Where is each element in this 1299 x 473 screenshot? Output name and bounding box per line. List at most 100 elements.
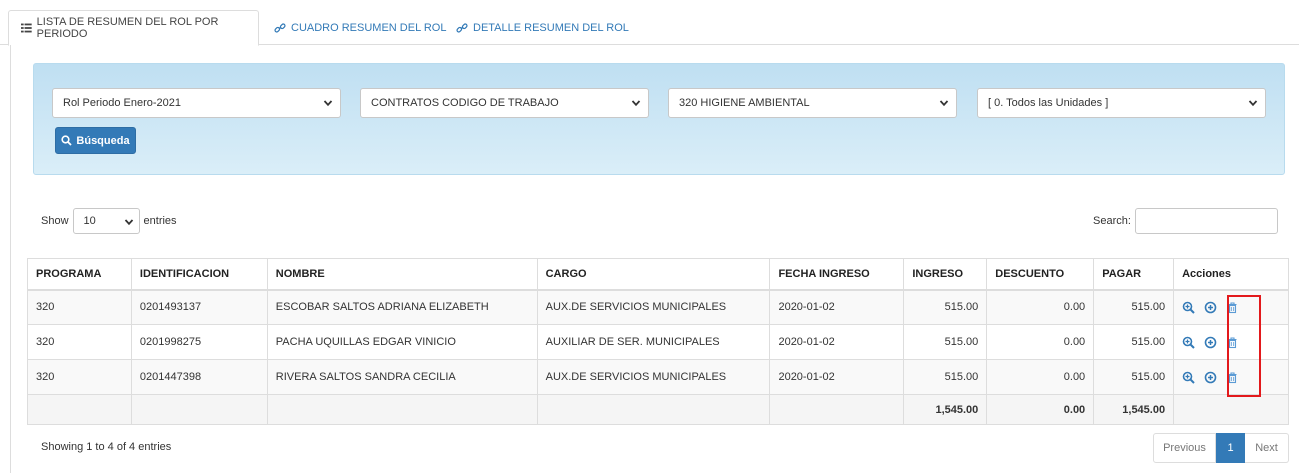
cell-empty [1173, 394, 1289, 425]
tab-label: DETALLE RESUMEN DEL ROL [473, 21, 629, 34]
cell-nombre: PACHA UQUILLAS EDGAR VINICIO [266, 324, 538, 360]
total-descuento: 0.00 [986, 394, 1095, 425]
cell-empty [130, 394, 268, 425]
list-icon [21, 23, 32, 33]
cell-programa: 320 [27, 289, 132, 325]
cell-acciones [1173, 289, 1289, 325]
chevron-down-icon [939, 100, 949, 107]
cell-descuento: 0.00 [986, 324, 1095, 360]
tab-label: CUADRO RESUMEN DEL ROL [291, 21, 447, 34]
table-row: 320 0201447398 RIVERA SALTOS SANDRA CECI… [27, 359, 1289, 395]
search-button-label: Búsqueda [76, 134, 130, 147]
cell-ingreso: 515.00 [903, 324, 988, 360]
cell-ingreso: 515.00 [903, 359, 988, 395]
cell-descuento: 0.00 [986, 289, 1095, 325]
entries-value: 10 [83, 215, 96, 227]
resumen-table: PROGRAMA IDENTIFICACION NOMBRE CARGO FEC… [27, 258, 1289, 425]
zoom-in-icon[interactable] [1182, 336, 1195, 349]
search-input[interactable] [1134, 208, 1278, 234]
cell-empty [769, 394, 905, 425]
show-label: Show [41, 215, 69, 227]
tab-detalle-resumen[interactable]: DETALLE RESUMEN DEL ROL [444, 10, 641, 45]
col-identificacion[interactable]: IDENTIFICACION [130, 258, 268, 291]
programa-select[interactable]: 320 HIGIENE AMBIENTAL [668, 88, 957, 118]
zoom-in-icon[interactable] [1182, 371, 1195, 384]
cell-empty [266, 394, 538, 425]
unidad-select[interactable]: [ 0. Todos las Unidades ] [977, 88, 1266, 118]
page-1-button[interactable]: 1 [1216, 433, 1245, 463]
entries-select[interactable]: 10 [72, 208, 140, 234]
unidad-value: [ 0. Todos las Unidades ] [988, 97, 1109, 109]
entries-label: entries [143, 215, 177, 227]
table-row: 320 0201493137 ESCOBAR SALTOS ADRIANA EL… [27, 289, 1289, 325]
cell-identificacion: 0201998275 [130, 324, 268, 360]
plus-circle-icon[interactable] [1204, 301, 1217, 314]
filter-panel: Rol Periodo Enero-2021 CONTRATOS CODIGO … [33, 63, 1285, 175]
col-acciones: Acciones [1173, 258, 1289, 291]
col-pagar[interactable]: PAGAR [1093, 258, 1175, 291]
trash-icon[interactable] [1226, 336, 1239, 349]
cell-programa: 320 [27, 359, 132, 395]
trash-icon[interactable] [1226, 371, 1239, 384]
tab-lista-resumen[interactable]: LISTA DE RESUMEN DEL ROL POR PERIODO [8, 10, 259, 46]
periodo-value: Rol Periodo Enero-2021 [63, 97, 182, 109]
cell-pagar: 515.00 [1093, 289, 1175, 325]
link-icon [274, 22, 286, 33]
cell-identificacion: 0201493137 [130, 289, 268, 325]
plus-circle-icon[interactable] [1204, 336, 1217, 349]
chevron-down-icon [1248, 100, 1258, 107]
pagination: Previous 1 Next [1153, 433, 1289, 463]
trash-icon[interactable] [1226, 301, 1239, 314]
col-ingreso[interactable]: INGRESO [903, 258, 988, 291]
table-search: Search: [1093, 208, 1278, 234]
cell-fecha: 2020-01-02 [769, 359, 905, 395]
link-icon [456, 22, 468, 33]
cell-cargo: AUX.DE SERVICIOS MUNICIPALES [536, 359, 771, 395]
col-nombre[interactable]: NOMBRE [266, 258, 538, 291]
search-label: Search: [1093, 215, 1131, 227]
total-pagar: 1,545.00 [1093, 394, 1175, 425]
table-header-row: PROGRAMA IDENTIFICACION NOMBRE CARGO FEC… [27, 258, 1289, 291]
content-border [10, 45, 11, 473]
cell-programa: 320 [27, 324, 132, 360]
cell-acciones [1173, 324, 1289, 360]
programa-value: 320 HIGIENE AMBIENTAL [679, 97, 810, 109]
col-descuento[interactable]: DESCUENTO [986, 258, 1095, 291]
contrato-value: CONTRATOS CODIGO DE TRABAJO [371, 97, 559, 109]
col-cargo[interactable]: CARGO [536, 258, 771, 291]
cell-cargo: AUXILIAR DE SER. MUNICIPALES [536, 324, 771, 360]
cell-pagar: 515.00 [1093, 324, 1175, 360]
search-icon [61, 135, 73, 146]
previous-button[interactable]: Previous [1153, 433, 1216, 463]
search-button[interactable]: Búsqueda [55, 127, 136, 154]
entries-length: Show 10 entries [41, 208, 177, 234]
table-info: Showing 1 to 4 of 4 entries [41, 441, 172, 453]
cell-fecha: 2020-01-02 [769, 324, 905, 360]
col-programa[interactable]: PROGRAMA [27, 258, 132, 291]
table-row: 320 0201998275 PACHA UQUILLAS EDGAR VINI… [27, 324, 1289, 360]
cell-acciones [1173, 359, 1289, 395]
tab-cuadro-resumen[interactable]: CUADRO RESUMEN DEL ROL [262, 10, 458, 45]
cell-empty [27, 394, 132, 425]
zoom-in-icon[interactable] [1182, 301, 1195, 314]
periodo-select[interactable]: Rol Periodo Enero-2021 [52, 88, 341, 118]
plus-circle-icon[interactable] [1204, 371, 1217, 384]
col-fecha-ingreso[interactable]: FECHA INGRESO [769, 258, 905, 291]
next-button[interactable]: Next [1245, 433, 1289, 463]
chevron-down-icon [323, 100, 333, 107]
cell-descuento: 0.00 [986, 359, 1095, 395]
contrato-select[interactable]: CONTRATOS CODIGO DE TRABAJO [360, 88, 649, 118]
cell-nombre: ESCOBAR SALTOS ADRIANA ELIZABETH [266, 289, 538, 325]
cell-cargo: AUX.DE SERVICIOS MUNICIPALES [536, 289, 771, 325]
chevron-down-icon [631, 100, 641, 107]
cell-identificacion: 0201447398 [130, 359, 268, 395]
chevron-down-icon [124, 219, 133, 226]
cell-ingreso: 515.00 [903, 289, 988, 325]
total-ingreso: 1,545.00 [903, 394, 988, 425]
tab-bar: LISTA DE RESUMEN DEL ROL POR PERIODO CUA… [0, 0, 1299, 46]
cell-empty [536, 394, 771, 425]
cell-nombre: RIVERA SALTOS SANDRA CECILIA [266, 359, 538, 395]
totals-row: 1,545.00 0.00 1,545.00 [27, 394, 1289, 425]
cell-fecha: 2020-01-02 [769, 289, 905, 325]
tab-label: LISTA DE RESUMEN DEL ROL POR PERIODO [36, 16, 219, 40]
